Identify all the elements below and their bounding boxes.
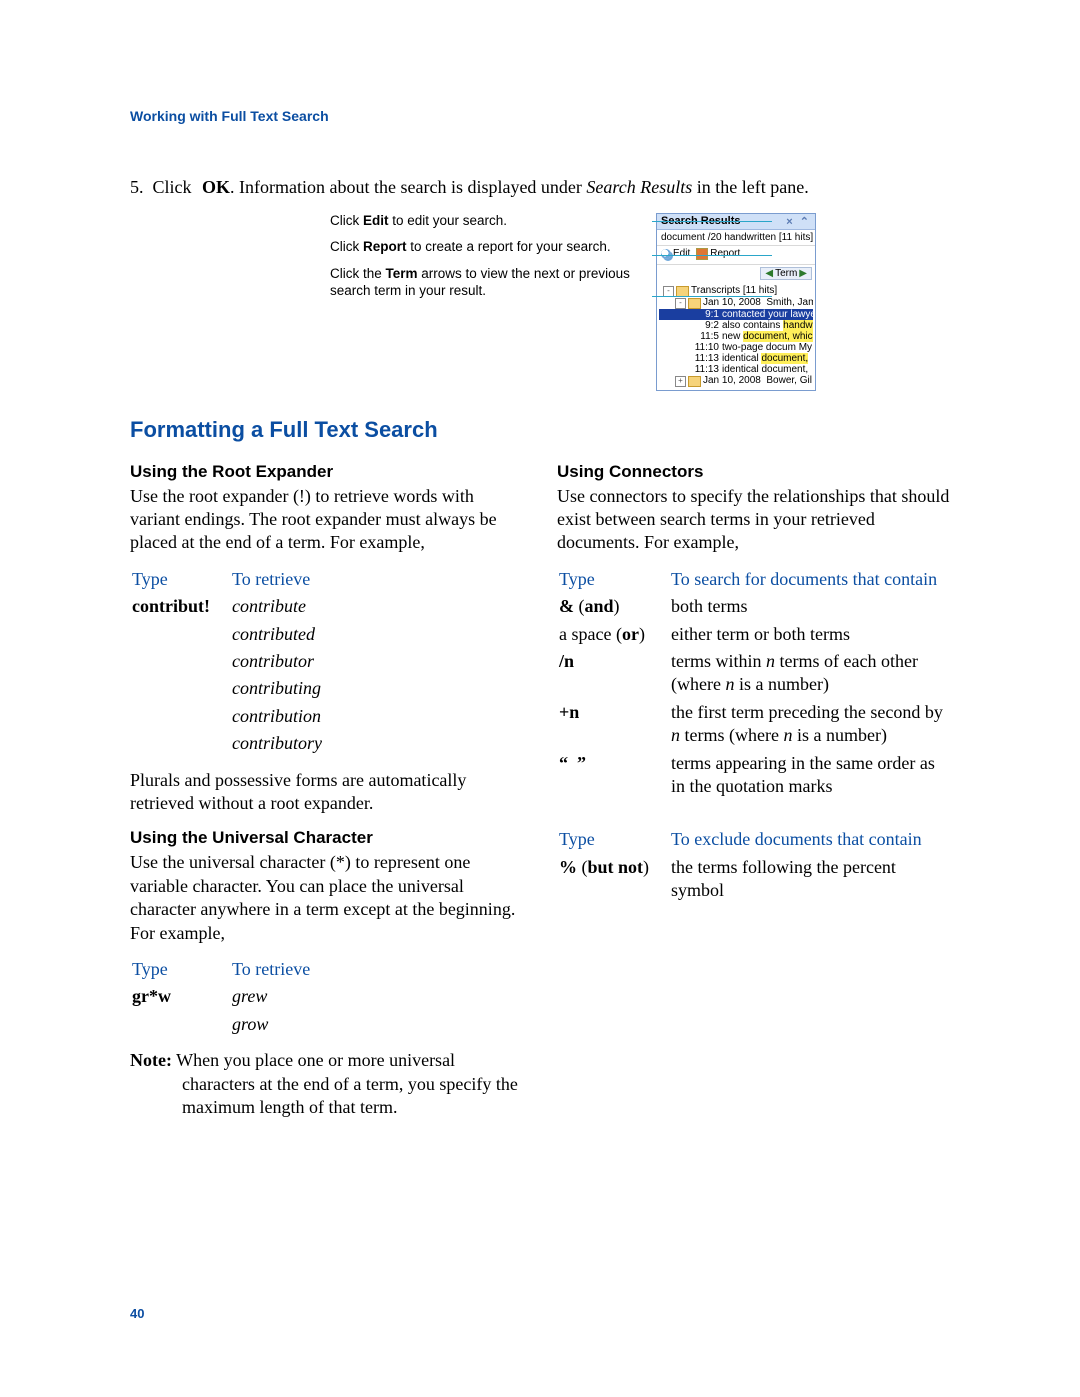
results-tree: - Transcripts [11 hits] - Jan 10, 2008 S… <box>657 283 815 390</box>
subheading-connectors: Using Connectors <box>557 461 950 483</box>
query-summary: document /20 handwritten [11 hits] <box>657 230 815 246</box>
note-text: Note: When you place one or more univers… <box>130 1049 523 1119</box>
callout-edit: Click Edit to edit your search. <box>330 213 650 230</box>
callout-arrow-icon <box>652 255 772 257</box>
hit-line[interactable]: 11:5new document, which <box>659 331 813 342</box>
table-header: Type <box>132 957 232 982</box>
table-cell: “ ” <box>559 751 671 800</box>
report-icon <box>696 248 708 260</box>
hit-line[interactable]: 11:13identical document, <box>659 353 813 364</box>
table-header: Type <box>132 567 232 592</box>
left-column: Using the Root Expander Use the root exp… <box>130 461 523 1120</box>
table-cell: contributing <box>232 676 523 701</box>
callout-arrow-icon <box>652 296 772 298</box>
subheading-root-expander: Using the Root Expander <box>130 461 523 483</box>
collapse-toggle-icon[interactable]: - <box>663 286 674 297</box>
table-header: To retrieve <box>232 957 523 982</box>
table-cell: either term or both terms <box>671 622 950 647</box>
table-header: Type <box>559 567 671 592</box>
page-number: 40 <box>130 1306 144 1321</box>
table-cell: terms within n terms of each other (wher… <box>671 649 950 698</box>
table-cell: & (and) <box>559 594 671 619</box>
expand-toggle-icon[interactable]: + <box>675 376 686 387</box>
subheading-universal-char: Using the Universal Character <box>130 827 523 849</box>
tree-child[interactable]: - Jan 10, 2008 Smith, James <box>659 297 813 309</box>
search-results-figure: Click Edit to edit your search. Click Re… <box>130 213 950 391</box>
table-cell: /n <box>559 649 671 698</box>
table-cell: the first term preceding the second by n… <box>671 700 950 749</box>
hit-line[interactable]: 9:1contacted your lawyer <box>659 309 813 320</box>
table-cell: +n <box>559 700 671 749</box>
collapse-icon[interactable]: ⌃ <box>800 216 811 228</box>
table-header: To exclude documents that contain <box>671 827 950 852</box>
collapse-toggle-icon[interactable]: - <box>675 298 686 309</box>
paragraph: Use the universal character (*) to repre… <box>130 851 523 945</box>
table-header: To retrieve <box>232 567 523 592</box>
hit-line[interactable]: 11:10two-page docum My <box>659 342 813 353</box>
root-expander-table: Type To retrieve contribut! contribute c… <box>132 567 523 757</box>
paragraph: Plurals and possessive forms are automat… <box>130 769 523 816</box>
close-icon[interactable]: × <box>786 216 794 228</box>
folder-icon <box>688 376 701 387</box>
search-results-panel: Search Results × ⌃ document /20 handwrit… <box>656 213 816 391</box>
table-cell: grew <box>232 984 523 1009</box>
chapter-header: Working with Full Text Search <box>130 108 950 124</box>
table-cell: terms appearing in the same order as in … <box>671 751 950 800</box>
folder-icon <box>688 298 701 309</box>
table-cell: both terms <box>671 594 950 619</box>
table-cell: the terms following the percent symbol <box>671 855 950 904</box>
table-cell: contribut! <box>132 594 232 619</box>
tree-child[interactable]: + Jan 10, 2008 Bower, Gil R <box>659 375 813 387</box>
term-next-icon[interactable]: ▶ <box>799 268 807 279</box>
connectors-table: Type To search for documents that contai… <box>559 567 950 800</box>
figure-callouts: Click Edit to edit your search. Click Re… <box>330 213 650 311</box>
folder-icon <box>676 286 689 297</box>
callout-term: Click the Term arrows to view the next o… <box>330 266 650 300</box>
term-navigator[interactable]: ◀ Term ▶ <box>760 267 812 280</box>
paragraph: Use the root expander (!) to retrieve wo… <box>130 485 523 555</box>
table-header: To search for documents that contain <box>671 567 950 592</box>
table-cell: contributed <box>232 622 523 647</box>
universal-char-table: Type To retrieve gr*w grew grow <box>132 957 523 1037</box>
table-cell: contribution <box>232 704 523 729</box>
tree-root[interactable]: - Transcripts [11 hits] <box>659 285 813 297</box>
term-prev-icon[interactable]: ◀ <box>765 268 773 279</box>
table-cell: % (but not) <box>559 855 671 904</box>
callout-report: Click Report to create a report for your… <box>330 239 650 256</box>
table-header: Type <box>559 827 671 852</box>
table-cell: contributor <box>232 649 523 674</box>
table-cell: gr*w <box>132 984 232 1009</box>
hit-line[interactable]: 9:2also contains handwrit <box>659 320 813 331</box>
report-button[interactable]: Report <box>696 248 740 260</box>
hit-line[interactable]: 11:13identical document, <box>659 364 813 375</box>
step-5-text: 5. Click OK. Information about the searc… <box>130 176 950 199</box>
section-heading: Formatting a Full Text Search <box>130 417 950 443</box>
table-cell: contribute <box>232 594 523 619</box>
exclude-table: Type To exclude documents that contain %… <box>559 827 950 903</box>
table-cell: contributory <box>232 731 523 756</box>
callout-arrow-icon <box>652 221 772 223</box>
table-cell: a space (or) <box>559 622 671 647</box>
right-column: Using Connectors Use connectors to speci… <box>557 461 950 1120</box>
paragraph: Use connectors to specify the relationsh… <box>557 485 950 555</box>
table-cell: grow <box>232 1012 523 1037</box>
